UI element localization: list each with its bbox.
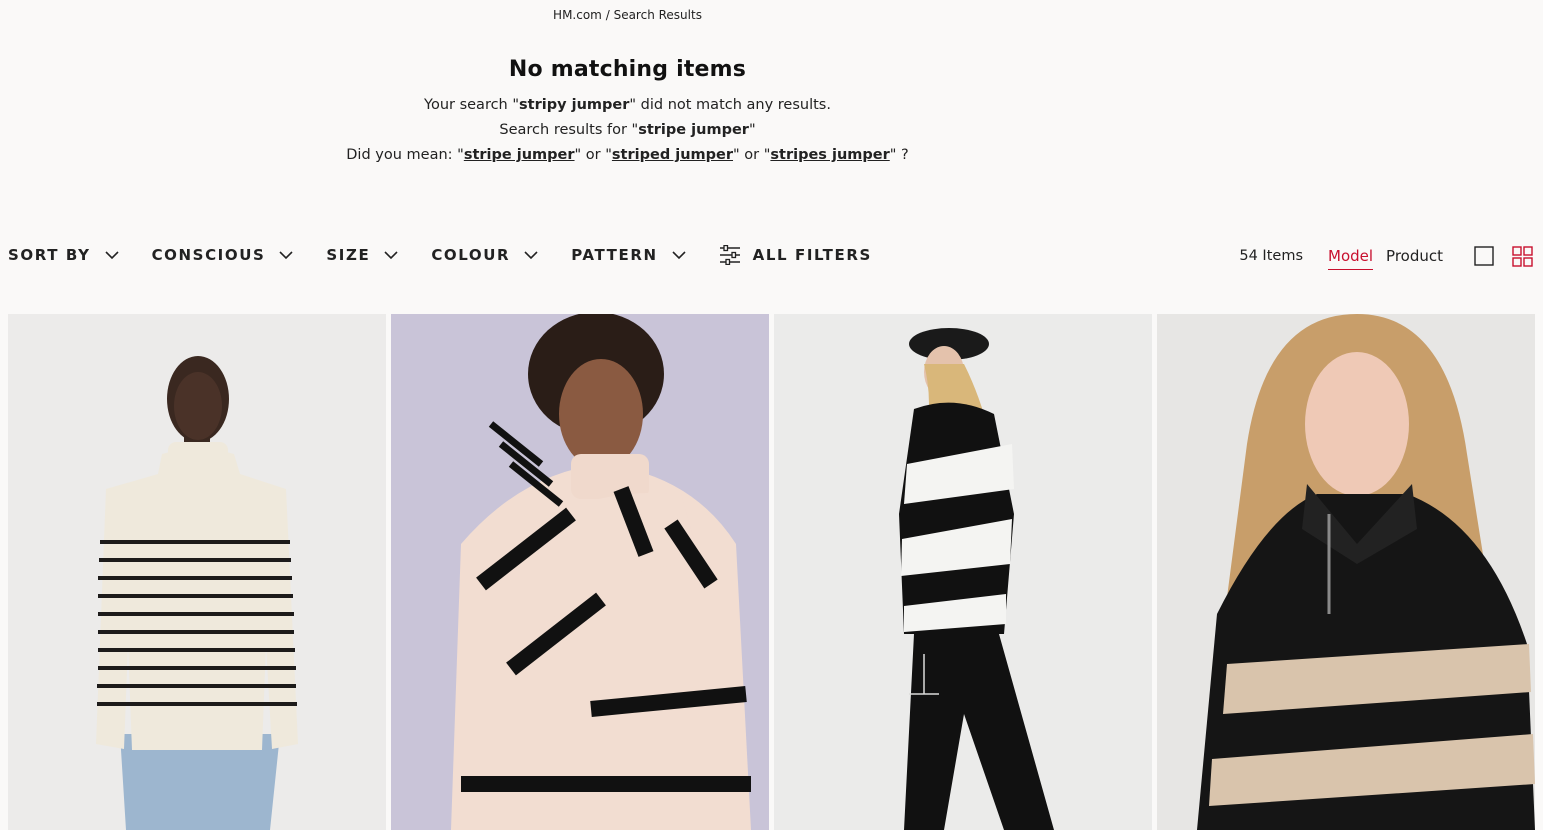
product-card[interactable]	[391, 314, 769, 830]
filter-sliders-icon	[719, 245, 740, 265]
product-image	[1157, 314, 1535, 830]
conscious-label: CONSCIOUS	[151, 246, 266, 264]
suggestion-link[interactable]: stripes jumper	[770, 147, 889, 163]
no-results-message: No matching items Your search "stripy ju…	[0, 57, 1255, 168]
colour-label: COLOUR	[431, 246, 511, 264]
product-image	[391, 314, 769, 830]
grid-four-icon	[1512, 245, 1533, 267]
breadcrumb-current: Search Results	[613, 8, 702, 22]
suggestion-link[interactable]: striped jumper	[612, 147, 733, 163]
conscious-filter-dropdown[interactable]: CONSCIOUS	[152, 246, 294, 264]
all-filters-label: ALL FILTERS	[752, 246, 872, 264]
grid-view-button[interactable]	[1512, 245, 1533, 267]
breadcrumb: HM.com / Search Results	[0, 8, 1255, 22]
size-label: SIZE	[326, 246, 371, 264]
single-column-view-button[interactable]	[1474, 246, 1494, 266]
sort-by-dropdown[interactable]: SORT BY	[8, 246, 119, 264]
page-title: No matching items	[508, 57, 747, 82]
product-grid	[8, 314, 1535, 830]
pattern-label: PATTERN	[571, 246, 658, 264]
model-view-toggle[interactable]: Model	[1328, 243, 1374, 270]
product-card[interactable]	[1157, 314, 1535, 830]
product-image	[8, 314, 386, 830]
breadcrumb-home-link[interactable]: HM.com	[553, 8, 602, 22]
filter-bar: SORT BY CONSCIOUS SIZE COLOUR PATTERN AL…	[8, 242, 872, 268]
product-image	[774, 314, 1152, 830]
product-card[interactable]	[8, 314, 386, 830]
single-square-icon	[1474, 246, 1494, 266]
corrected-query-line: Search results for "stripe jumper"	[499, 122, 756, 138]
chevron-down-icon	[524, 250, 538, 259]
sort-by-label: SORT BY	[8, 246, 91, 264]
size-filter-dropdown[interactable]: SIZE	[326, 246, 398, 264]
suggestions-line: Did you mean: "stripe jumper" or "stripe…	[346, 147, 909, 163]
search-query-line: Your search "stripy jumper" did not matc…	[424, 97, 831, 113]
product-card[interactable]	[774, 314, 1152, 830]
chevron-down-icon	[279, 250, 293, 259]
chevron-down-icon	[104, 250, 119, 259]
chevron-down-icon	[384, 250, 398, 259]
results-controls: 54 Items Model Product	[1239, 240, 1533, 272]
pattern-filter-dropdown[interactable]: PATTERN	[571, 246, 686, 264]
colour-filter-dropdown[interactable]: COLOUR	[431, 246, 538, 264]
all-filters-button[interactable]: ALL FILTERS	[719, 245, 872, 265]
chevron-down-icon	[672, 250, 686, 259]
suggestion-link[interactable]: stripe jumper	[464, 147, 575, 163]
breadcrumb-separator: /	[605, 8, 610, 22]
corrected-query: stripe jumper	[638, 122, 749, 138]
search-query: stripy jumper	[519, 97, 630, 113]
item-count: 54 Items	[1239, 248, 1303, 264]
product-view-toggle[interactable]: Product	[1386, 243, 1443, 269]
